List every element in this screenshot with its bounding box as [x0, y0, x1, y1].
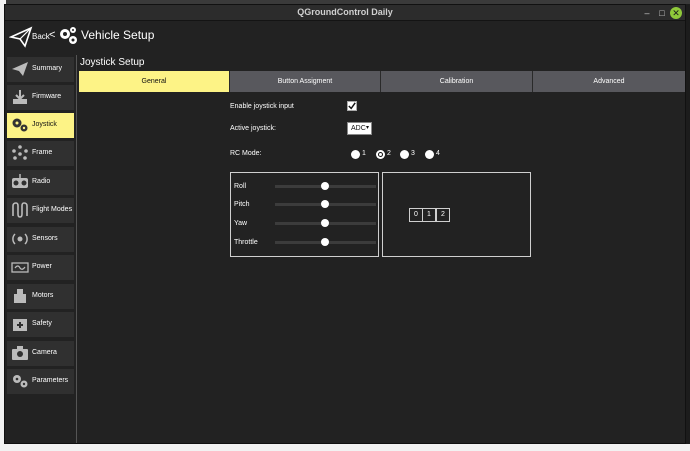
- desktop-strip-bottom: [0, 444, 690, 451]
- sidebar-item-label: Flight Modes: [32, 206, 73, 213]
- sidebar: Summary Firmware Joystick Frame Radio Fl…: [5, 55, 77, 443]
- checkmark-icon: [348, 102, 356, 110]
- rc-mode-label-2: 2: [387, 150, 391, 157]
- axis-handle-throttle: [321, 238, 329, 246]
- joystick-button-indicator: 2: [436, 208, 450, 222]
- window-title: QGroundControl Daily: [297, 7, 393, 17]
- tab-calibration[interactable]: Calibration: [381, 71, 533, 92]
- tab-general[interactable]: General: [79, 71, 230, 92]
- header-toolbar: Back < Vehicle Setup: [5, 21, 685, 55]
- sidebar-item-label: Camera: [32, 349, 57, 356]
- back-separator: <: [49, 29, 56, 41]
- motors-icon: [14, 289, 26, 303]
- sidebar-item-motors[interactable]: Motors: [7, 284, 74, 309]
- enable-joystick-label: Enable joystick input: [230, 103, 294, 110]
- button-monitor-panel: [382, 172, 531, 257]
- radio-icon: [12, 174, 28, 188]
- enable-joystick-checkbox[interactable]: [347, 101, 357, 111]
- sidebar-item-power[interactable]: Power: [7, 255, 74, 280]
- active-joystick-label: Active joystick:: [230, 125, 276, 132]
- sidebar-item-joystick[interactable]: Joystick: [7, 113, 74, 138]
- maximize-icon[interactable]: □: [656, 7, 668, 19]
- rc-mode-label-4: 4: [436, 150, 440, 157]
- rc-mode-radio-3[interactable]: [400, 150, 409, 159]
- title-bar: QGroundControl Daily – □ ✕: [5, 5, 685, 21]
- sidebar-item-label: Frame: [32, 149, 53, 156]
- axis-label-roll: Roll: [234, 183, 247, 190]
- axis-label-pitch: Pitch: [234, 201, 250, 208]
- sidebar-item-frame[interactable]: Frame: [7, 141, 74, 166]
- plane-icon: [12, 62, 28, 76]
- tab-advanced[interactable]: Advanced: [533, 71, 685, 92]
- active-joystick-value: ADC: [351, 125, 366, 132]
- joystick-button-indicator: 0: [409, 208, 423, 222]
- section-title: Joystick Setup: [80, 57, 145, 68]
- power-icon: [11, 262, 29, 273]
- sidebar-item-label: Sensors: [32, 235, 58, 242]
- active-joystick-select[interactable]: ADC ▾: [347, 122, 372, 135]
- sidebar-item-flight-modes[interactable]: Flight Modes: [7, 198, 74, 223]
- sidebar-item-safety[interactable]: Safety: [7, 312, 74, 337]
- gears-icon: [60, 27, 77, 44]
- minimize-icon[interactable]: –: [641, 7, 653, 19]
- sidebar-item-label: Power: [32, 263, 52, 270]
- tab-bar: General Button Assigment Calibration Adv…: [79, 71, 685, 92]
- download-icon: [13, 90, 27, 104]
- rc-mode-label-3: 3: [411, 150, 415, 157]
- sidebar-item-firmware[interactable]: Firmware: [7, 85, 74, 110]
- tab-button-assignment[interactable]: Button Assigment: [230, 71, 381, 92]
- axis-handle-yaw: [321, 219, 329, 227]
- close-icon[interactable]: ✕: [670, 7, 682, 19]
- sidebar-item-label: Parameters: [32, 377, 69, 384]
- page-title: Vehicle Setup: [81, 28, 155, 42]
- camera-icon: [12, 346, 28, 360]
- flight-modes-icon: [12, 202, 28, 218]
- rc-mode-radio-1[interactable]: [351, 150, 360, 159]
- sidebar-item-label: Radio: [32, 178, 51, 185]
- rc-mode-radio-4[interactable]: [425, 150, 434, 159]
- sensors-icon: [12, 233, 28, 245]
- axis-handle-roll: [321, 182, 329, 190]
- axis-label-yaw: Yaw: [234, 220, 248, 227]
- rc-mode-label: RC Mode:: [230, 150, 262, 157]
- parameters-icon: [13, 375, 28, 388]
- sidebar-item-label: Firmware: [32, 93, 62, 100]
- sidebar-item-label: Joystick: [32, 121, 57, 128]
- safety-icon: [13, 319, 27, 331]
- sidebar-item-parameters[interactable]: Parameters: [7, 369, 74, 394]
- axis-handle-pitch: [321, 200, 329, 208]
- rc-mode-label-1: 1: [362, 150, 366, 157]
- app-window: QGroundControl Daily – □ ✕ Back < Vehicl…: [4, 4, 686, 444]
- sidebar-item-label: Safety: [32, 320, 52, 327]
- frame-icon: [12, 145, 28, 160]
- back-button[interactable]: Back: [32, 32, 50, 41]
- qgc-logo-icon[interactable]: [9, 25, 33, 49]
- sidebar-item-summary[interactable]: Summary: [7, 57, 74, 82]
- sidebar-item-label: Motors: [32, 292, 54, 299]
- sidebar-item-sensors[interactable]: Sensors: [7, 227, 74, 252]
- axis-label-throttle: Throttle: [234, 239, 258, 246]
- sidebar-item-label: Summary: [32, 65, 62, 72]
- rc-mode-radio-2[interactable]: [376, 150, 385, 159]
- gears-icon: [12, 118, 28, 132]
- sidebar-item-camera[interactable]: Camera: [7, 341, 74, 366]
- joystick-button-indicator: 1: [422, 208, 436, 222]
- sidebar-item-radio[interactable]: Radio: [7, 170, 74, 195]
- chevron-down-icon: ▾: [365, 125, 369, 131]
